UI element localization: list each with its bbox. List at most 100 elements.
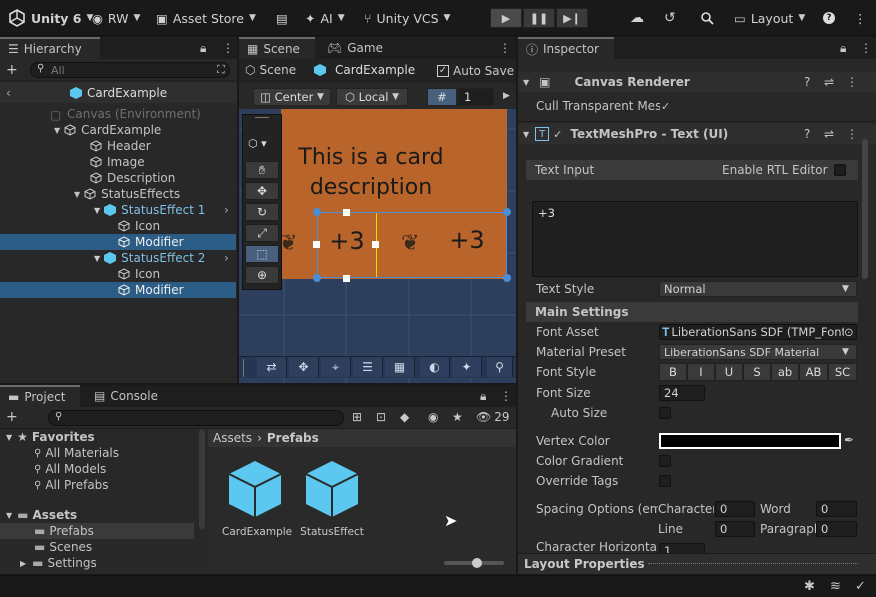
tree-row[interactable]: ▬ Scenes [0,539,200,555]
lock-icon[interactable]: 🔒︎ [200,41,206,56]
hierarchy-row[interactable]: Header [0,138,236,154]
overlay-grip[interactable] [243,359,244,377]
rect-handle[interactable] [503,208,511,216]
more-vertical-icon[interactable]: ⋮ [499,41,511,55]
style-strikethrough-button[interactable]: S [743,363,771,381]
tool-mode-dropdown[interactable]: ⬡ ▾ [248,137,267,150]
text-input-area[interactable]: +3 [532,201,858,277]
expand-arrow-icon[interactable]: ▼ [74,190,80,199]
hierarchy-row[interactable]: ▼ StatusEffects [0,186,236,202]
auto-save-checkbox[interactable]: ✓ [437,65,449,77]
object-picker-icon[interactable]: ⊙ [844,325,854,339]
text-style-dropdown[interactable]: Normal ▼ [659,281,857,297]
visibility-count[interactable]: 👁︎ 29 [476,410,510,424]
grid-size-field[interactable]: 1 [458,88,494,106]
breadcrumb-assets[interactable]: Assets [213,431,252,445]
layout-dropdown[interactable]: ▭ Layout ▼ [734,9,805,27]
tree-row[interactable]: ▶ ▬ Settings [0,555,200,571]
word-field[interactable]: 0 [816,501,857,517]
style-uppercase-button[interactable]: AB [799,363,828,381]
rect-handle[interactable] [343,275,350,282]
chevron-right-icon[interactable]: › [224,251,229,265]
expand-arrow-icon[interactable]: ▼ [523,130,529,139]
char-horizontal-field[interactable]: 1 [659,543,705,553]
character-field[interactable]: 0 [715,501,755,517]
hierarchy-row[interactable]: Icon [0,266,236,282]
rect-handle[interactable] [313,274,321,282]
hierarchy-row[interactable]: Icon [0,218,236,234]
hierarchy-row[interactable]: ▼ StatusEffect 1 › [0,202,236,218]
more-vertical-icon[interactable]: ⋮ [846,75,858,89]
info-icon[interactable]: ◉ [428,410,438,424]
tmp-component-header[interactable]: ▼ T ✓ TextMeshPro - Text (UI) ? ⇌ ⋮ [518,124,876,144]
line-field[interactable]: 0 [715,521,755,537]
view-tool-4[interactable]: ☰ [353,357,383,377]
add-icon[interactable]: + [6,409,18,425]
filter-type-icon[interactable]: ⊡ [376,410,386,424]
rotate-tool[interactable]: ↻ [245,203,279,221]
inbox-button[interactable]: ▤ [276,9,288,27]
cull-checkbox[interactable]: ✓ [661,100,670,113]
more-menu-button[interactable]: ⋮ [854,9,867,27]
move-tool[interactable]: ✥ [245,182,279,200]
view-tool-8[interactable]: ⚲ [487,357,513,377]
step-button[interactable]: ▶❙ [556,8,588,28]
style-italic-button[interactable]: I [687,363,715,381]
tab-console[interactable]: ▤ Console [86,385,166,407]
tree-row[interactable]: ⚲ All Prefabs [0,477,200,493]
expand-arrow-icon[interactable]: ▼ [523,78,529,87]
hierarchy-search-input[interactable]: ⚲ All ⛶ [30,62,230,78]
unity-menu[interactable]: Unity 6 ▼ [8,9,93,27]
ai-dropdown[interactable]: ✦ AI ▼ [305,9,345,27]
eyedropper-icon[interactable]: ✒ [844,433,854,447]
expand-icon[interactable]: ⛶ [217,63,225,77]
history-button[interactable]: ↺ [664,9,676,27]
search-by-type-icon[interactable]: ⊞ [352,410,362,424]
resize-grip[interactable] [648,563,858,565]
asset-item[interactable]: StatusEffect [299,459,365,538]
color-gradient-checkbox[interactable] [659,455,671,467]
back-arrow-icon[interactable]: ‹ [6,86,11,100]
tree-scrollbar[interactable] [199,429,205,529]
override-tags-checkbox[interactable] [659,475,671,487]
scene-viewport[interactable]: This is a card description +3 +3 ❦ ❦ ⬡ ▾… [239,109,516,383]
rect-tool[interactable]: ⬚ [245,245,279,263]
chevron-right-icon[interactable]: ▶ [503,91,510,101]
tab-game[interactable]: 🎮︎ Game [319,37,391,59]
rect-handle[interactable] [313,241,320,248]
label-icon[interactable]: ◆ [400,410,409,424]
help-button[interactable]: ? [823,9,835,27]
hierarchy-row[interactable]: ▢ Canvas (Environment) [0,106,236,122]
vcs-dropdown[interactable]: ⑂ Unity VCS ▼ [364,9,450,27]
slider-thumb[interactable] [472,558,482,568]
view-tool-5[interactable]: ▦ [385,357,415,377]
style-bold-button[interactable]: B [659,363,687,381]
breadcrumb-scene[interactable]: ⬡ Scene [245,63,296,77]
view-tool-2[interactable]: ✥ [289,357,319,377]
prefab-scene-header[interactable]: ‹ CardExample [0,83,237,103]
style-underline-button[interactable]: U [715,363,743,381]
rtl-checkbox[interactable] [834,164,846,176]
breadcrumb-prefab[interactable]: CardExample [314,63,415,77]
more-vertical-icon[interactable]: ⋮ [860,41,872,55]
more-vertical-icon[interactable]: ⋮ [222,41,234,55]
auto-size-checkbox[interactable] [659,407,671,419]
lock-icon[interactable]: 🔒︎ [480,389,486,404]
overlay-grip[interactable] [255,117,269,118]
expand-arrow-icon[interactable]: ▼ [94,254,100,263]
pause-button[interactable]: ❚❚ [523,8,555,28]
pivot-dropdown[interactable]: ◫ Center ▼ [253,88,331,106]
preset-icon[interactable]: ⇌ [824,75,834,89]
canvas-renderer-header[interactable]: ▼ ▣ Canvas Renderer ? ⇌ ⋮ [518,72,876,92]
expand-arrow-icon[interactable]: ▼ [94,206,100,215]
tree-row-selected[interactable]: ▬ Prefabs [0,523,194,539]
component-enabled-checkbox[interactable]: ✓ [553,128,562,141]
style-smallcaps-button[interactable]: SC [828,363,857,381]
layout-properties-bar[interactable]: Layout Properties [518,553,876,574]
view-tool-6[interactable]: ◐ [420,357,450,377]
add-icon[interactable]: + [6,62,18,78]
tree-row[interactable]: ⚲ All Materials [0,445,200,461]
lock-icon[interactable]: 🔒︎ [840,41,846,56]
hierarchy-row[interactable]: Description [0,170,236,186]
expand-arrow-icon[interactable]: ▶ [20,559,26,568]
